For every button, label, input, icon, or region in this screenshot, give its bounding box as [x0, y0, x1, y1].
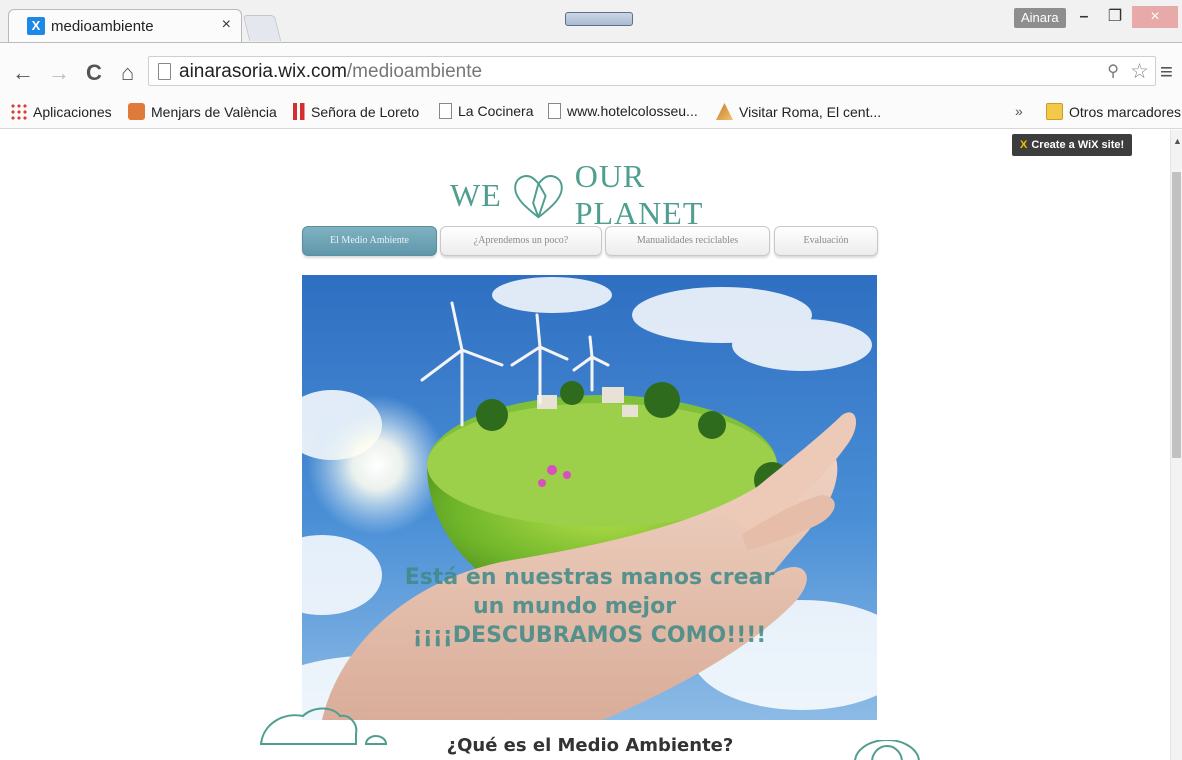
- close-tab-icon[interactable]: ×: [222, 16, 231, 34]
- scrollbar-thumb[interactable]: [1172, 172, 1181, 458]
- folder-icon: [1046, 103, 1063, 120]
- bookmark-aplicaciones[interactable]: Aplicaciones: [10, 103, 112, 120]
- bookmarks-overflow-button[interactable]: »: [1015, 103, 1023, 119]
- profile-badge[interactable]: Ainara: [1014, 8, 1066, 28]
- back-arrow-icon[interactable]: ←: [12, 61, 34, 85]
- page-icon: [158, 63, 171, 80]
- logo-text-left: WE: [450, 176, 502, 213]
- nav-manualidades[interactable]: Manualidades reciclables: [605, 226, 770, 256]
- new-tab-button[interactable]: [242, 15, 282, 41]
- address-bar[interactable]: ainarasoria.wix.com/medioambiente ⚲ ☆: [148, 56, 1156, 86]
- hero-caption: Está en nuestras manos crear un mundo me…: [302, 563, 877, 650]
- close-window-icon[interactable]: ×: [1132, 6, 1178, 28]
- hero-caption-line: ¡¡¡¡DESCUBRAMOS COMO!!!!: [412, 623, 767, 648]
- site-logo[interactable]: WE OUR PLANET: [450, 158, 760, 231]
- bookmark-loreto[interactable]: Señora de Loreto: [293, 103, 419, 120]
- book-heart-icon: [513, 175, 563, 219]
- tab-title: medioambiente: [51, 18, 154, 35]
- url-path: /medioambiente: [346, 61, 483, 82]
- url-host: ainarasoria.wix.com: [179, 61, 347, 82]
- bookmark-label: www.hotelcolosseu...: [567, 103, 698, 119]
- hero-caption-line: un mundo mejor: [472, 594, 677, 619]
- hero-image: Está en nuestras manos crear un mundo me…: [302, 275, 877, 720]
- bookmark-label: Menjars de València: [151, 103, 277, 120]
- tab-strip: X medioambiente × Ainara – ❐ ×: [0, 0, 1182, 42]
- menjars-icon: [128, 103, 145, 120]
- bookmark-label: La Cocinera: [458, 103, 534, 119]
- bookmark-star-icon[interactable]: ☆: [1130, 59, 1149, 84]
- apps-icon: [10, 103, 27, 120]
- page-icon: [548, 103, 561, 119]
- zoom-icon[interactable]: ⚲: [1107, 61, 1119, 81]
- bookmark-menjars[interactable]: Menjars de València: [128, 103, 277, 120]
- bookmark-label: Otros marcadores: [1069, 103, 1182, 120]
- reload-icon[interactable]: C: [86, 61, 102, 85]
- home-icon[interactable]: ⌂: [121, 61, 134, 85]
- loreto-icon: [293, 103, 305, 120]
- bookmark-label: Aplicaciones: [33, 103, 112, 120]
- nav-aprendemos[interactable]: ¿Aprendemos un poco?: [440, 226, 602, 256]
- vertical-scrollbar[interactable]: ▲: [1170, 130, 1182, 760]
- section-title: ¿Qué es el Medio Ambiente?: [446, 735, 734, 756]
- bookmark-la-cocinera[interactable]: La Cocinera: [439, 103, 534, 119]
- page-viewport: X Create a WiX site! WE OUR PLANET El Med…: [0, 130, 1170, 760]
- create-wix-site-button[interactable]: X Create a WiX site!: [1012, 134, 1133, 156]
- scroll-up-arrow-icon[interactable]: ▲: [1173, 136, 1182, 146]
- minimize-icon[interactable]: –: [1070, 6, 1098, 28]
- hero-caption-line: Está en nuestras manos crear: [404, 565, 775, 590]
- wix-badge-label: Create a WiX site!: [1031, 139, 1125, 151]
- url-text[interactable]: ainarasoria.wix.com/medioambiente: [179, 61, 482, 83]
- bookmark-label: Visitar Roma, El cent...: [739, 103, 882, 120]
- wix-favicon-icon: X: [27, 17, 45, 35]
- logo-text-right: OUR PLANET: [574, 158, 704, 231]
- wix-x-icon: X: [1020, 139, 1028, 151]
- page-icon: [439, 103, 452, 119]
- other-bookmarks-folder[interactable]: Otros marcadores: [1046, 103, 1181, 120]
- forward-arrow-icon[interactable]: →: [48, 61, 70, 85]
- bookmark-visitar-roma[interactable]: Visitar Roma, El cent...: [716, 103, 881, 120]
- nav-evaluacion[interactable]: Evaluación: [774, 226, 878, 256]
- maximize-icon[interactable]: ❐: [1101, 6, 1129, 28]
- browser-toolbar: ← → C ⌂ ainarasoria.wix.com/medioambient…: [0, 42, 1182, 97]
- bookmark-label: Señora de Loreto: [311, 103, 420, 120]
- bookmark-hotelcolosseu[interactable]: www.hotelcolosseu...: [548, 103, 698, 119]
- nav-el-medio-ambiente[interactable]: El Medio Ambiente: [302, 226, 437, 256]
- bookmarks-bar: Aplicaciones Menjars de València Señora …: [0, 97, 1182, 129]
- roma-icon: [716, 103, 733, 120]
- hand-holding-planet-illustration: [302, 275, 877, 720]
- browser-tab[interactable]: X medioambiente ×: [8, 9, 242, 42]
- window-indicator: [565, 12, 633, 26]
- chrome-menu-icon[interactable]: ≡: [1160, 59, 1173, 85]
